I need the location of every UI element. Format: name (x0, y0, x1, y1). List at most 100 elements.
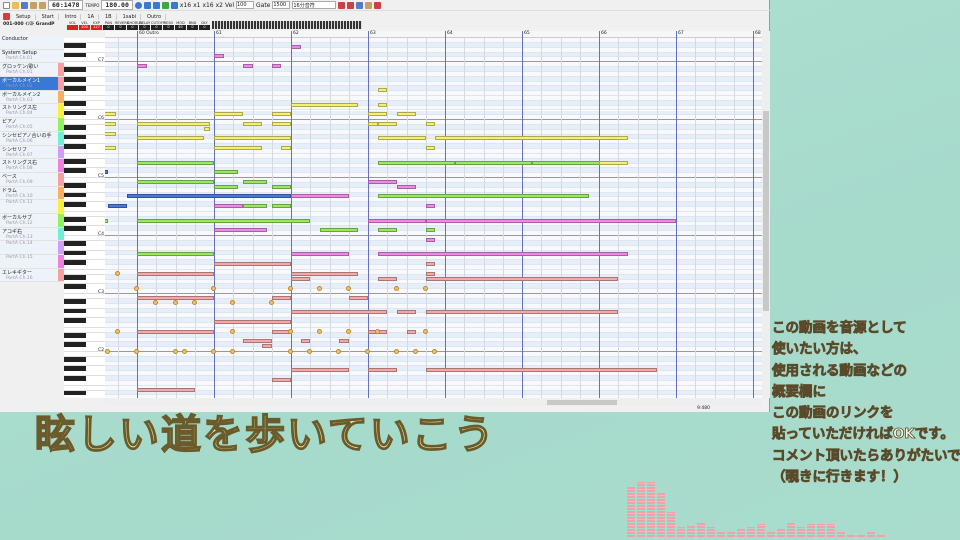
track-row[interactable]: エレキギター PortA Ch.16 (0, 268, 64, 283)
measure-label[interactable]: 63 (370, 31, 376, 36)
measure-ruler[interactable]: 60 Outro 61 62 63 64 65 66 67 68 (105, 31, 762, 38)
note[interactable] (339, 339, 349, 344)
white-key[interactable] (64, 386, 105, 391)
loop-icon[interactable] (134, 1, 142, 9)
mixer-knob[interactable]: RESO 0 (163, 21, 174, 30)
track-row[interactable]: アコギ右 PortA Ch.13 (0, 227, 64, 242)
white-key[interactable] (64, 328, 105, 333)
drum-hit[interactable] (336, 348, 342, 354)
mixer-knob[interactable]: EXP 127 (91, 21, 102, 30)
track-row[interactable]: ピアノ PortA Ch.05 (0, 118, 64, 132)
mixer-knob[interactable]: DLY 0 (199, 21, 210, 30)
note[interactable] (291, 252, 349, 257)
note[interactable] (137, 179, 214, 184)
note[interactable] (291, 194, 349, 199)
measure-label[interactable]: 60 Outro (139, 31, 159, 36)
note[interactable] (137, 136, 205, 141)
note[interactable] (377, 276, 397, 281)
note[interactable] (425, 218, 676, 223)
measure-label[interactable]: 61 (216, 31, 222, 36)
note[interactable] (214, 184, 239, 189)
mixer-knob[interactable]: CUTOFF 0 (151, 21, 165, 30)
drum-hit[interactable] (114, 271, 120, 277)
note[interactable] (105, 112, 116, 117)
note[interactable] (291, 276, 311, 281)
black-key[interactable] (64, 100, 86, 106)
white-key[interactable] (64, 82, 105, 87)
white-key[interactable] (64, 149, 105, 154)
black-key[interactable] (64, 298, 86, 304)
black-key[interactable] (64, 250, 86, 256)
note[interactable] (137, 64, 147, 69)
white-key[interactable] (64, 72, 105, 77)
black-key[interactable] (64, 284, 86, 290)
rewind-icon[interactable] (143, 1, 151, 9)
note[interactable] (137, 160, 214, 165)
section-outro[interactable]: Outro (143, 13, 167, 20)
note[interactable] (599, 160, 628, 165)
measure-label[interactable]: 64 (447, 31, 453, 36)
mixer-knob[interactable]: REVERB 0 (115, 21, 129, 30)
mixer-knob[interactable]: VOL (67, 21, 78, 30)
note[interactable] (137, 252, 214, 257)
note[interactable] (368, 368, 397, 373)
note[interactable] (271, 204, 291, 209)
white-key[interactable] (64, 381, 105, 386)
track-row[interactable]: ボーカルメイン2 PortA Ch.03 (0, 90, 64, 105)
measure-label[interactable]: 65 (524, 31, 530, 36)
black-key[interactable] (64, 42, 86, 48)
track-row[interactable]: PortA Ch.11 (0, 200, 64, 214)
black-key[interactable] (64, 144, 86, 150)
drum-hit[interactable] (374, 329, 380, 335)
white-key[interactable] (64, 91, 105, 96)
note[interactable] (137, 218, 311, 223)
save-icon[interactable] (21, 1, 28, 9)
note[interactable] (137, 329, 214, 334)
note[interactable] (214, 262, 291, 267)
drum-hit[interactable] (345, 285, 351, 291)
note[interactable] (300, 339, 311, 344)
white-key[interactable] (64, 304, 105, 309)
black-key[interactable] (64, 332, 86, 338)
note[interactable] (377, 228, 397, 233)
white-key[interactable] (64, 48, 105, 53)
black-key[interactable] (64, 342, 86, 348)
mixer-knob[interactable]: BND 0 (187, 21, 198, 30)
note[interactable] (377, 194, 590, 199)
black-key[interactable] (64, 366, 86, 372)
note[interactable] (435, 136, 628, 141)
measure-label[interactable]: 62 (293, 31, 299, 36)
black-key[interactable] (64, 318, 86, 324)
note[interactable] (271, 377, 291, 382)
note[interactable] (271, 64, 282, 69)
note[interactable] (242, 64, 253, 69)
white-key[interactable] (64, 395, 105, 398)
note[interactable] (105, 121, 116, 126)
note[interactable] (127, 194, 291, 199)
track-row[interactable]: PortA Ch.14 (0, 241, 64, 255)
zoom-in-icon[interactable] (338, 1, 346, 9)
white-key[interactable] (64, 207, 105, 212)
white-key[interactable] (64, 362, 105, 367)
note[interactable] (242, 121, 263, 126)
note[interactable] (368, 218, 426, 223)
section-intro[interactable]: Intro (61, 13, 82, 20)
vertical-scrollbar[interactable] (762, 31, 770, 398)
track-row[interactable]: Conductor (0, 36, 64, 50)
track-row[interactable]: ドラム PortA Ch.10 (0, 186, 64, 201)
new-file-icon[interactable] (3, 1, 10, 9)
drum-hit[interactable] (393, 285, 399, 291)
note[interactable] (425, 237, 436, 242)
zoom-x1[interactable]: x1 (193, 2, 200, 9)
note[interactable] (105, 218, 109, 223)
white-key[interactable] (64, 280, 105, 285)
edit-icon[interactable] (30, 1, 37, 9)
note[interactable] (242, 339, 272, 344)
note[interactable] (368, 179, 397, 184)
wrench-icon[interactable] (374, 1, 382, 9)
black-key[interactable] (64, 226, 86, 232)
note[interactable] (425, 228, 436, 233)
drum-hit[interactable] (365, 348, 370, 354)
track-row[interactable]: System Setup PortA Ch.01 (0, 49, 64, 64)
note[interactable] (291, 368, 349, 373)
